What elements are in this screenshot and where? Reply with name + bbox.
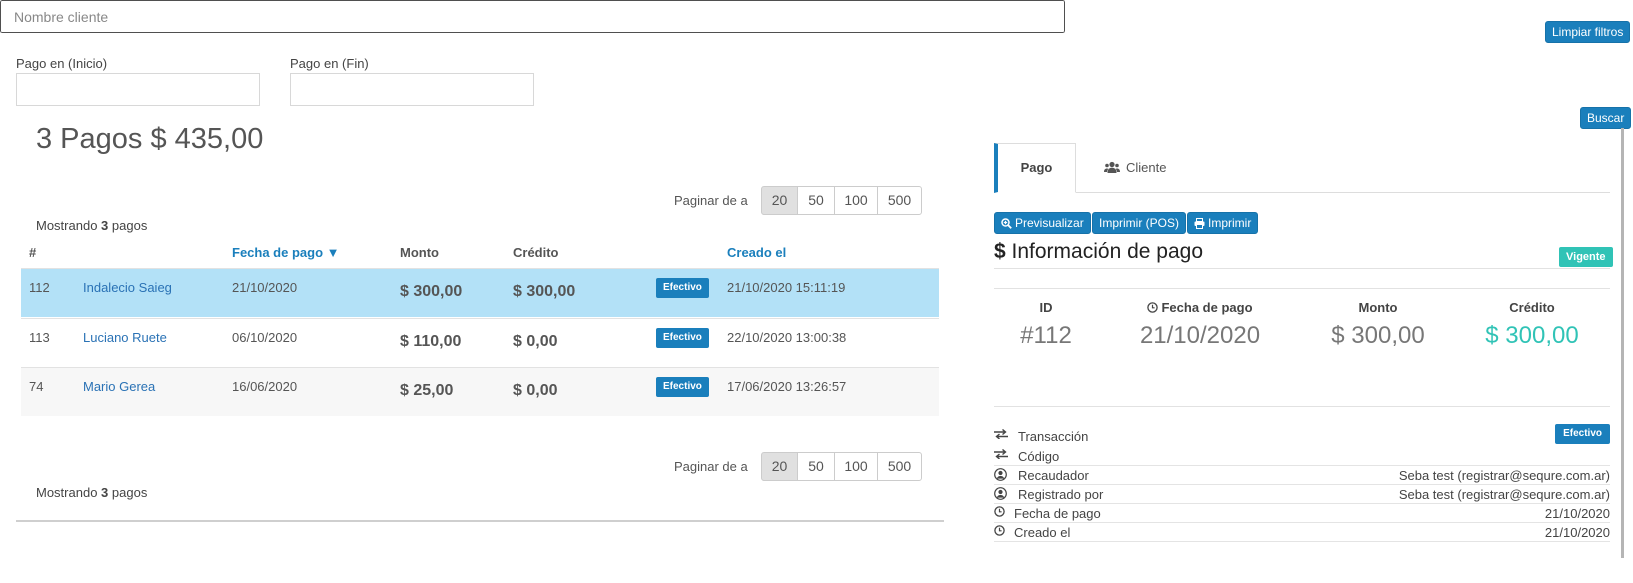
page-size-selector: 20 50 100 500 [761,452,922,481]
table-bottom-border [16,520,944,522]
preview-button[interactable]: Previsualizar [994,212,1091,234]
divider [994,406,1610,407]
row-created: 22/10/2020 13:00:38 [727,330,847,345]
row-credit: $ 0,00 [513,333,558,350]
row-id: 113 [29,330,50,345]
tabs-divider [994,192,1610,193]
payment-info-title: $ Información de pago [994,240,1203,263]
date-start-label: Pago en (Inicio) [16,56,108,71]
stat-credit-label: Crédito [1509,300,1555,315]
stat-credit-value: $ 300,00 [1485,322,1579,349]
dollar-icon: $ [994,240,1006,263]
users-icon [1104,161,1120,174]
printer-icon [1194,217,1205,229]
row-amount: $ 300,00 [400,283,463,300]
row-id: 74 [29,379,44,394]
exchange-icon [994,429,1010,439]
date-end-label: Pago en (Fin) [290,56,369,71]
print-button[interactable]: Imprimir [1187,212,1259,234]
row-client-link[interactable]: Indalecio Saieg [83,280,172,295]
client-name-search-input[interactable] [0,0,1065,33]
stat-id-label: ID [1039,300,1053,315]
col-header-credit: Crédito [513,245,559,260]
detail-code: Código [994,447,1610,466]
showing-count: Mostrando 3 pagos [36,485,148,500]
col-header-created[interactable]: Creado el [727,245,786,260]
detail-registered-by: Registrado por Seba test (registrar@sequ… [994,485,1610,504]
stat-id-value: #112 [1020,322,1072,349]
page-size-20[interactable]: 20 [761,452,798,481]
row-credit: $ 300,00 [513,283,576,300]
table-row[interactable]: 112 Indalecio Saieg 21/10/2020 $ 300,00 … [21,268,939,317]
paginate-label: Paginar de a [674,193,748,208]
transaction-method-badge: Efectivo [1555,424,1610,444]
row-created: 17/06/2020 13:26:57 [727,379,847,394]
page-size-100[interactable]: 100 [834,452,878,481]
showing-count: Mostrando 3 pagos [36,218,148,233]
clear-filters-button[interactable]: Limpiar filtros [1545,21,1631,43]
detail-collector: Recaudador Seba test (registrar@sequre.c… [994,466,1610,485]
table-row[interactable]: 74 Mario Gerea 16/06/2020 $ 25,00 $ 0,00… [21,367,939,416]
user-circle-icon [994,468,1010,481]
user-circle-icon [994,487,1010,500]
stat-date-label: Fecha de pago [1120,300,1280,315]
row-created: 21/10/2020 15:11:19 [727,280,846,295]
stat-date-value: 21/10/2020 [1139,322,1261,349]
page-size-50[interactable]: 50 [797,452,835,481]
col-header-id: # [29,245,37,260]
table-row[interactable]: 113 Luciano Ruete 06/10/2020 $ 110,00 $ … [21,318,939,367]
search-button[interactable]: Buscar [1580,107,1632,129]
row-date: 21/10/2020 [232,280,298,295]
row-method-badge: Efectivo [656,278,709,298]
row-date: 06/10/2020 [232,330,298,345]
col-header-payment-date[interactable]: Fecha de pago ▼ [232,245,340,260]
stat-amount-value: $ 300,00 [1331,322,1425,349]
row-amount: $ 110,00 [400,333,462,350]
row-credit: $ 0,00 [513,382,558,399]
detail-payment-date: Fecha de pago 21/10/2020 [994,504,1610,523]
page-size-selector: 20 50 100 500 [761,186,922,215]
payments-summary: 3 Pagos $ 435,00 [36,123,264,155]
page-size-20[interactable]: 20 [761,186,798,215]
page-size-500[interactable]: 500 [877,452,922,481]
page-size-50[interactable]: 50 [797,186,835,215]
divider [994,268,1610,269]
divider [994,288,1610,289]
paginate-label: Paginar de a [674,459,748,474]
print-pos-button[interactable]: Imprimir (POS) [1092,212,1186,234]
row-client-link[interactable]: Luciano Ruete [83,330,167,345]
clock-icon [1147,302,1159,313]
tab-pago[interactable]: Pago [994,143,1076,193]
panel-scrollbar[interactable] [1621,128,1624,558]
row-method-badge: Efectivo [656,328,709,348]
tab-cliente[interactable]: Cliente [1104,160,1166,175]
clock-icon [994,525,1010,536]
stat-amount-label: Monto [1358,300,1398,315]
col-header-amount: Monto [400,245,439,260]
row-date: 16/06/2020 [232,379,298,394]
page-size-100[interactable]: 100 [834,186,878,215]
tab-cliente-label: Cliente [1126,160,1167,175]
clock-icon [994,506,1010,517]
detail-created: Creado el 21/10/2020 [994,523,1610,542]
exchange-icon [994,449,1010,459]
status-badge: Vigente [1559,247,1613,267]
date-start-input[interactable] [16,73,260,106]
detail-transaction: Transacción Efectivo [994,424,1610,446]
row-method-badge: Efectivo [656,377,709,397]
row-amount: $ 25,00 [400,382,454,399]
date-end-input[interactable] [290,73,534,106]
row-id: 112 [29,280,50,295]
row-client-link[interactable]: Mario Gerea [83,379,155,394]
page-size-500[interactable]: 500 [877,186,922,215]
zoom-in-icon [1001,217,1012,229]
